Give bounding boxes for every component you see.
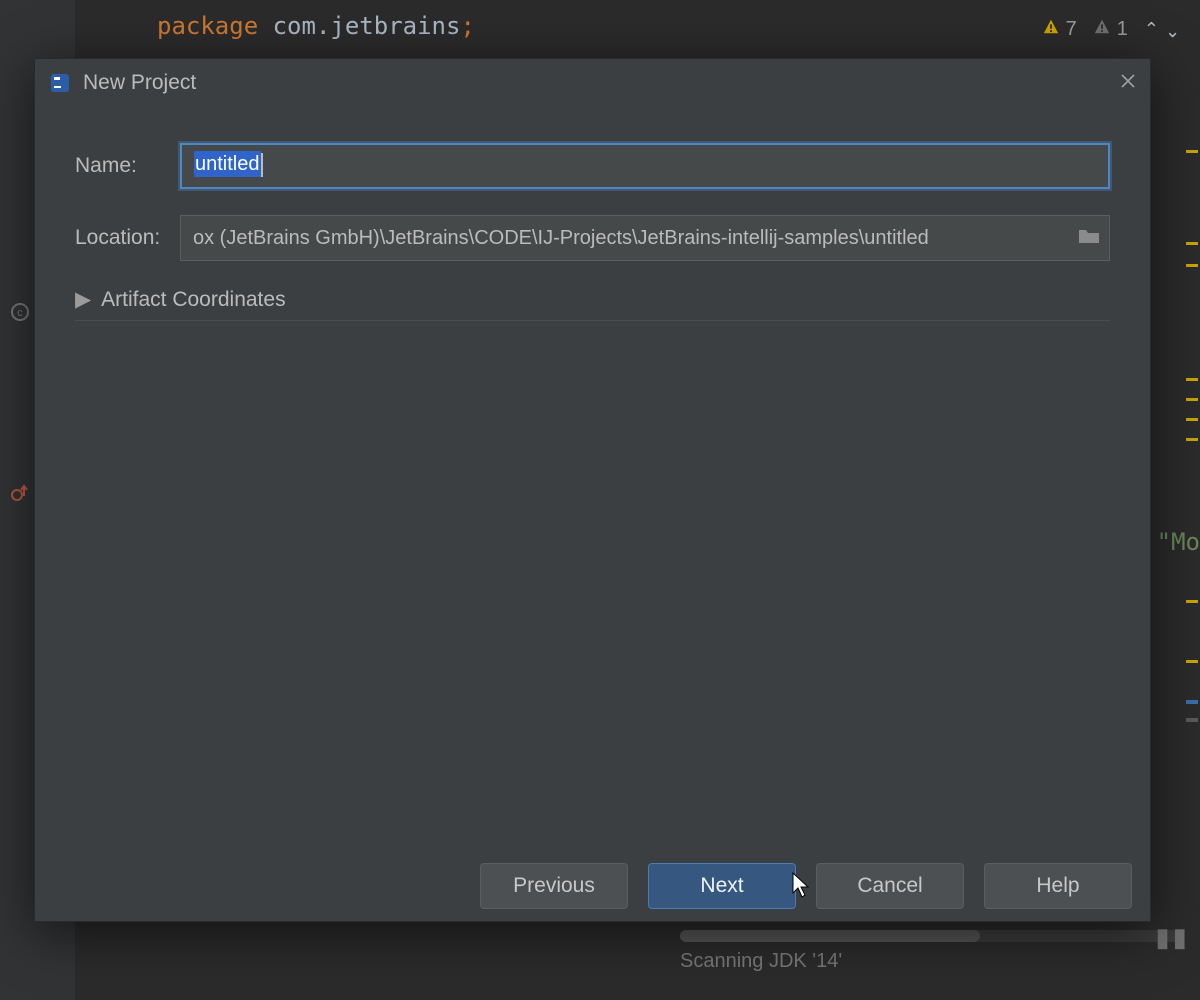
dialog-titlebar[interactable]: New Project bbox=[35, 59, 1150, 107]
inspection-widget[interactable]: 7 1 ⌃ ⌃ bbox=[1042, 18, 1180, 41]
warning-icon bbox=[1042, 18, 1060, 41]
weak-warning-count: 1 bbox=[1117, 18, 1128, 41]
help-button[interactable]: Help bbox=[984, 863, 1132, 909]
override-up-icon bbox=[10, 482, 30, 502]
chevron-down-icon[interactable]: ⌃ bbox=[1165, 19, 1180, 40]
name-label: Name: bbox=[75, 154, 180, 178]
status-scanning-text: Scanning JDK '14' bbox=[680, 950, 842, 973]
previous-button[interactable]: Previous bbox=[480, 863, 628, 909]
chevron-up-icon[interactable]: ⌃ bbox=[1144, 19, 1159, 40]
artifact-coordinates-expander[interactable]: ▶ Artifact Coordinates bbox=[75, 287, 1110, 321]
close-icon[interactable] bbox=[1120, 72, 1136, 95]
location-row: Location: bbox=[75, 215, 1110, 261]
scrollbar-thumb[interactable] bbox=[680, 930, 980, 942]
intellij-icon bbox=[49, 72, 71, 94]
cancel-button[interactable]: Cancel bbox=[816, 863, 964, 909]
artifact-coordinates-label: Artifact Coordinates bbox=[101, 288, 285, 312]
next-button[interactable]: Next bbox=[648, 863, 796, 909]
dialog-button-bar: Previous Next Cancel Help bbox=[35, 851, 1150, 921]
code-line-1: package com.jetbrains; bbox=[157, 12, 475, 40]
annotation-icon: c bbox=[10, 302, 30, 322]
project-location-input[interactable] bbox=[180, 215, 1110, 261]
semicolon: ; bbox=[460, 12, 474, 40]
error-stripe[interactable] bbox=[1184, 0, 1198, 1000]
triangle-right-icon: ▶ bbox=[75, 287, 91, 312]
dialog-body: Name: untitled Location: ▶ Artifact Coor… bbox=[35, 107, 1150, 851]
dialog-title: New Project bbox=[83, 71, 1120, 95]
weak-warning-icon bbox=[1093, 18, 1111, 41]
name-row: Name: untitled bbox=[75, 143, 1110, 189]
project-name-input[interactable] bbox=[180, 143, 1110, 189]
browse-folder-icon[interactable] bbox=[1078, 227, 1100, 250]
location-label: Location: bbox=[75, 226, 180, 250]
new-project-dialog: New Project Name: untitled Location: ▶ A… bbox=[34, 58, 1151, 922]
pause-icon[interactable]: ▮▮ bbox=[1155, 922, 1190, 953]
mouse-cursor-icon bbox=[791, 871, 811, 899]
package-keyword: package bbox=[157, 12, 258, 40]
svg-text:c: c bbox=[17, 307, 23, 319]
warning-count: 7 bbox=[1066, 18, 1077, 41]
horizontal-scrollbar[interactable] bbox=[680, 930, 1180, 942]
package-identifier: com.jetbrains bbox=[273, 12, 461, 40]
